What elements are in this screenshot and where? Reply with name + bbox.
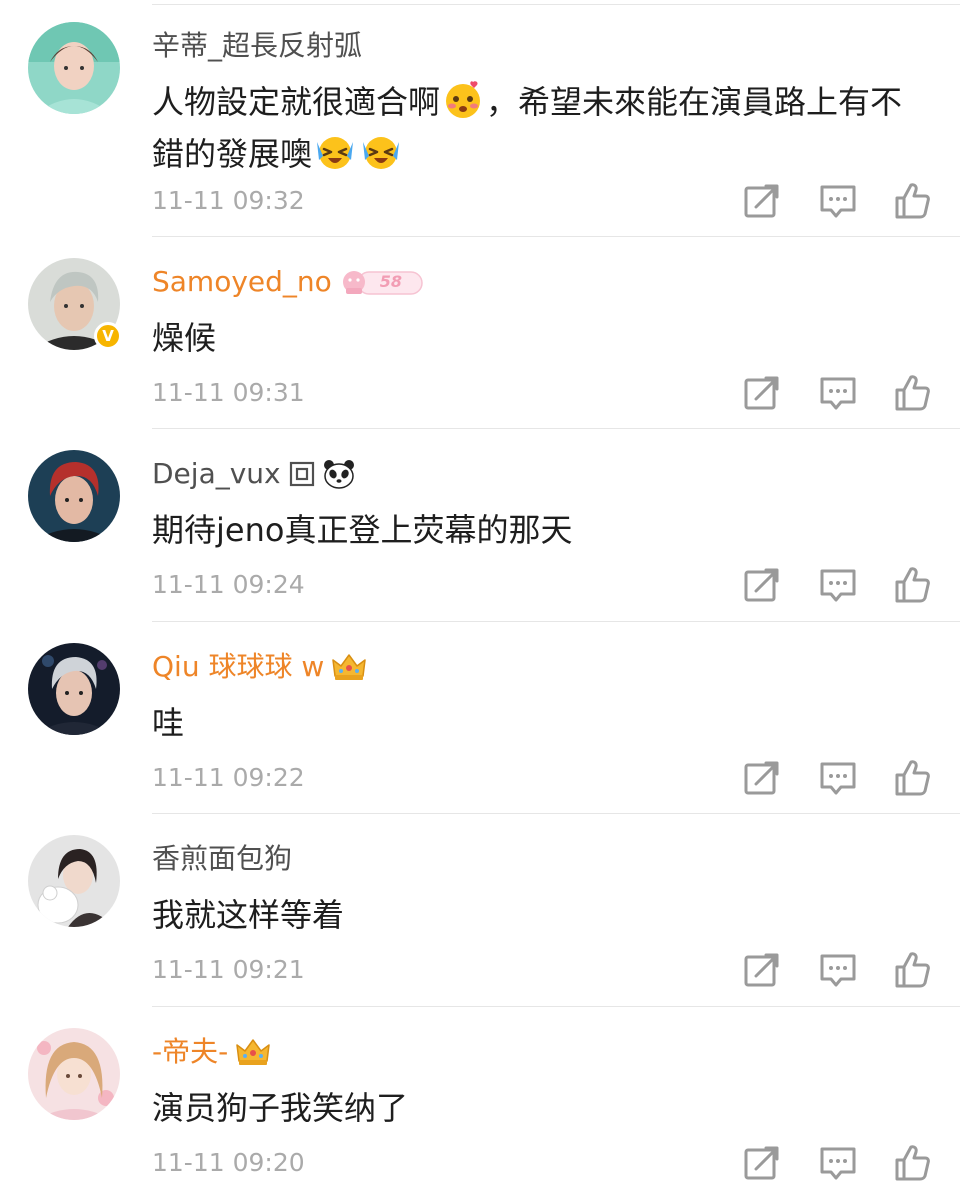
comment-icon[interactable]	[816, 756, 860, 800]
member-badge-text: 58	[379, 272, 403, 291]
username-row: Deja_vux	[152, 452, 355, 496]
username-row: 辛蒂_超長反射弧	[152, 24, 362, 68]
action-bar	[740, 179, 936, 223]
timestamp: 11-11 09:32	[152, 186, 305, 215]
comment-feed: 辛蒂_超長反射弧 人物設定就很適合啊 ，希望未來能在演員路上有不錯的發展噢 11-…	[0, 0, 960, 1195]
like-icon[interactable]	[890, 563, 934, 607]
action-bar	[740, 371, 936, 415]
username-row: -帝夫-	[152, 1030, 270, 1074]
like-icon[interactable]	[890, 948, 934, 992]
comment-item: 香煎面包狗 我就这样等着 11-11 09:21	[0, 813, 960, 1007]
comment-item: -帝夫- 演员狗子我笑纳了 11-11 09:20	[0, 1006, 960, 1195]
panda-icon	[323, 459, 355, 489]
username[interactable]: Qiu 球球球 w	[152, 645, 324, 689]
like-icon[interactable]	[890, 179, 934, 223]
comment-item: 辛蒂_超長反射弧 人物設定就很適合啊 ，希望未來能在演員路上有不錯的發展噢 11-…	[0, 0, 960, 237]
timestamp: 11-11 09:22	[152, 763, 305, 792]
action-bar	[740, 1141, 936, 1185]
share-icon[interactable]	[740, 756, 784, 800]
comment-icon[interactable]	[816, 948, 860, 992]
action-bar	[740, 756, 936, 800]
avatar[interactable]	[28, 22, 120, 114]
comment-text-part: 人物設定就很適合啊	[152, 83, 441, 121]
username[interactable]: 辛蒂_超長反射弧	[152, 24, 362, 68]
timestamp: 11-11 09:20	[152, 1148, 305, 1177]
crying-laughing-emoji-icon	[315, 132, 355, 172]
avatar[interactable]	[28, 1028, 120, 1120]
comment-text: 哇	[152, 704, 185, 742]
share-icon[interactable]	[740, 1141, 784, 1185]
username-row: Qiu 球球球 w	[152, 645, 366, 689]
username[interactable]: Deja_vux	[152, 452, 281, 496]
comment-text: 燥候	[152, 319, 217, 357]
crown-icon	[332, 652, 366, 682]
crown-icon	[236, 1037, 270, 1067]
comment-icon[interactable]	[816, 371, 860, 415]
comment-item: V Samoyed_no 58 燥候 11-11 09:31	[0, 236, 960, 429]
comment-icon[interactable]	[816, 179, 860, 223]
member-badge-icon: 58	[340, 266, 423, 298]
action-bar	[740, 948, 936, 992]
share-icon[interactable]	[740, 563, 784, 607]
comment-item: Deja_vux 期待jeno真正登上荧幕的那天 11-11 09:24	[0, 428, 960, 622]
username[interactable]: Samoyed_no	[152, 260, 332, 304]
verified-badge: V	[94, 322, 122, 350]
username[interactable]: -帝夫-	[152, 1030, 228, 1074]
share-icon[interactable]	[740, 948, 784, 992]
avatar[interactable]	[28, 835, 120, 927]
crying-laughing-emoji-icon	[361, 132, 401, 172]
username-row: Samoyed_no 58	[152, 260, 423, 304]
comment-text: 期待jeno真正登上荧幕的那天	[152, 511, 573, 549]
blushing-face-emoji-icon	[443, 80, 483, 120]
comment-text: 我就这样等着	[152, 896, 345, 934]
action-bar	[740, 563, 936, 607]
comment-icon[interactable]	[816, 1141, 860, 1185]
like-icon[interactable]	[890, 371, 934, 415]
timestamp: 11-11 09:31	[152, 378, 305, 407]
share-icon[interactable]	[740, 179, 784, 223]
comment-text: 人物設定就很適合啊 ，希望未來能在演員路上有不錯的發展噢	[152, 76, 932, 180]
follow-back-icon	[289, 461, 315, 487]
avatar[interactable]	[28, 450, 120, 542]
avatar[interactable]	[28, 643, 120, 735]
username-row: 香煎面包狗	[152, 837, 292, 881]
username[interactable]: 香煎面包狗	[152, 837, 292, 881]
like-icon[interactable]	[890, 1141, 934, 1185]
like-icon[interactable]	[890, 756, 934, 800]
share-icon[interactable]	[740, 371, 784, 415]
timestamp: 11-11 09:24	[152, 570, 305, 599]
comment-icon[interactable]	[816, 563, 860, 607]
comment-item: Qiu 球球球 w 哇 11-11 09:22	[0, 621, 960, 814]
timestamp: 11-11 09:21	[152, 955, 305, 984]
comment-text: 演员狗子我笑纳了	[152, 1089, 409, 1127]
